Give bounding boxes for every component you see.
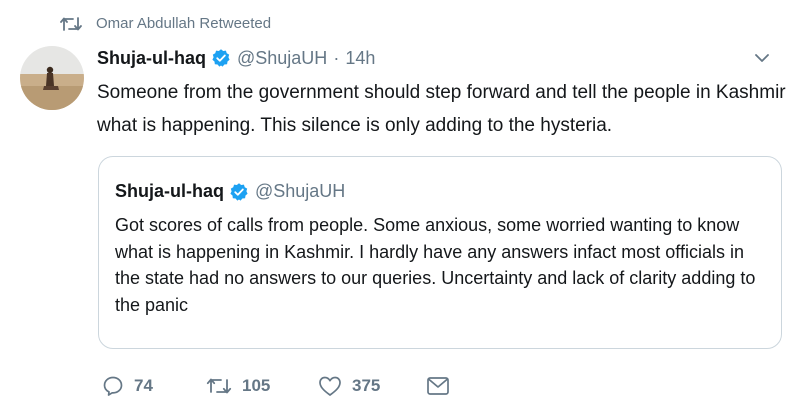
quoted-tweet[interactable]: Shuja-ul-haq @ShujaUH Got scores of call… xyxy=(98,156,782,349)
like-count: 375 xyxy=(352,376,381,395)
retweet-icon xyxy=(60,17,82,31)
tweet-card[interactable]: Omar Abdullah Retweeted Shuja-ul-haq @Sh… xyxy=(0,0,802,420)
direct-message-button[interactable] xyxy=(426,376,450,396)
retweet-icon xyxy=(206,378,232,394)
verified-badge-icon xyxy=(212,49,230,67)
retweet-context: Omar Abdullah Retweeted xyxy=(60,14,271,34)
verified-badge-icon xyxy=(230,182,248,201)
avatar[interactable] xyxy=(20,46,84,110)
tweet-text: Someone from the government should step … xyxy=(97,82,786,136)
quoted-tweet-text: Got scores of calls from people. Some an… xyxy=(115,215,756,315)
tweet-timestamp[interactable]: 14h xyxy=(345,48,375,69)
retweet-button[interactable]: 105 xyxy=(206,375,318,397)
quoted-author-handle: @ShujaUH xyxy=(255,181,346,201)
tweet-header: Shuja-ul-haq @ShujaUH · 14h xyxy=(97,44,782,72)
retweet-count: 105 xyxy=(242,376,271,395)
author-name[interactable]: Shuja-ul-haq xyxy=(97,48,206,69)
author-handle[interactable]: @ShujaUH xyxy=(237,48,327,69)
envelope-icon xyxy=(427,377,449,395)
quoted-tweet-header: Shuja-ul-haq @ShujaUH xyxy=(115,181,345,202)
heart-icon xyxy=(319,376,341,396)
chevron-down-icon[interactable] xyxy=(752,48,772,68)
separator-dot: · xyxy=(333,47,340,68)
like-button[interactable]: 375 xyxy=(318,375,426,397)
reply-count: 74 xyxy=(134,376,153,395)
reply-button[interactable]: 74 xyxy=(102,375,206,397)
retweet-context-text[interactable]: Omar Abdullah Retweeted xyxy=(96,14,271,34)
quoted-author-name: Shuja-ul-haq xyxy=(115,181,224,201)
tweet-actions: 74 105 375 xyxy=(102,375,450,397)
reply-icon xyxy=(103,376,123,396)
